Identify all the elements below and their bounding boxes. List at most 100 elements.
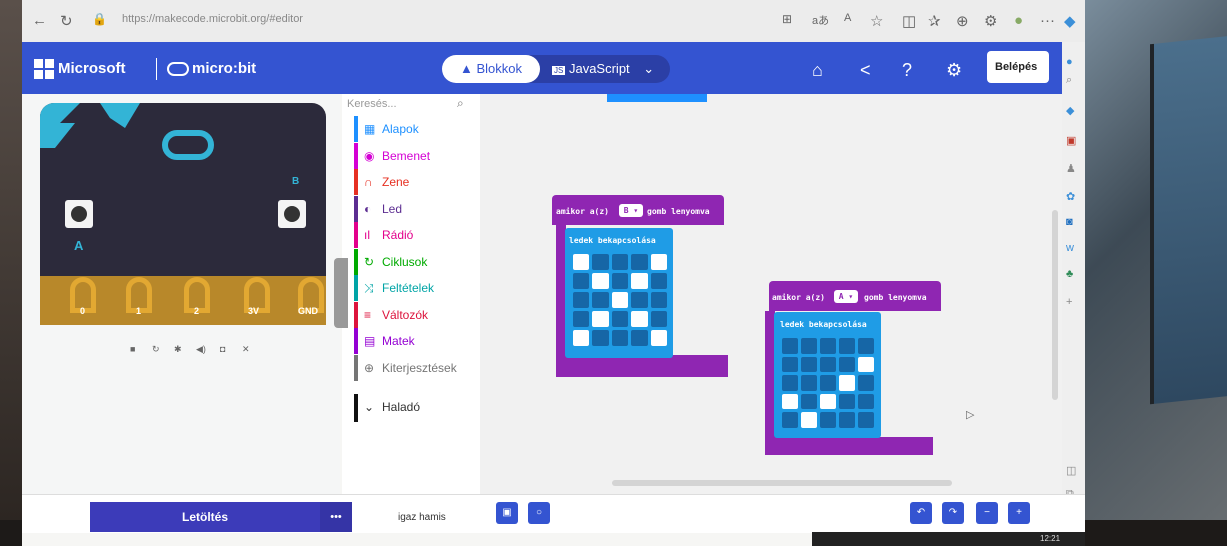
debug-icon[interactable]: ✱ [174,344,182,355]
download-button[interactable]: Letöltés [90,502,320,532]
led-cell[interactable] [820,393,836,410]
screenshot-icon[interactable]: ◘ [220,344,225,354]
toolbox-category[interactable]: ↻ Ciklusok [354,248,480,275]
led-cell[interactable] [782,412,798,428]
led-cell[interactable] [592,273,609,289]
button-b[interactable] [278,200,306,228]
search-icon[interactable]: ⌕ [457,96,464,111]
led-cell[interactable] [631,273,648,289]
led-cell[interactable] [650,273,667,289]
copilot-icon[interactable]: ◆ [1064,12,1076,30]
menu-icon[interactable]: ··· [1040,12,1055,29]
led-cell[interactable] [592,254,609,270]
led-cell[interactable] [573,254,590,270]
toolbox-category[interactable]: ≡ Változók [354,301,480,328]
sidebar-search-icon[interactable]: ⌕ [1066,74,1072,87]
led-cell[interactable] [611,292,629,308]
share-icon[interactable]: < [860,60,871,81]
workspace-horizontal-scrollbar[interactable] [612,480,952,486]
sidebar-word-icon[interactable]: w [1066,242,1074,254]
led-cell[interactable] [650,292,667,308]
github-icon[interactable]: ○ [528,502,550,524]
led-cell[interactable] [631,254,648,270]
button-dropdown[interactable]: A ▾ [834,290,858,303]
led-cell[interactable] [782,338,798,354]
project-name-input[interactable]: igaz hamis [398,512,446,523]
led-cell[interactable] [801,375,817,391]
sidebar-shopping-icon[interactable]: ▣ [1066,134,1076,147]
led-cell[interactable] [820,412,836,428]
led-cell[interactable] [573,273,590,289]
home-icon[interactable]: ⌂ [812,60,823,81]
help-icon[interactable]: ? [902,60,912,81]
led-cell[interactable] [858,393,874,410]
login-button[interactable]: Belépés ☺ [987,51,1049,105]
stop-icon[interactable]: ■ [130,344,135,354]
workspace-vertical-scrollbar[interactable] [1052,210,1058,400]
fullscreen-icon[interactable]: ✕ [242,344,250,355]
led-cell[interactable] [858,412,874,428]
toolbox-category[interactable]: ▦ Alapok [354,116,480,142]
button-dropdown[interactable]: B ▾ [619,204,643,217]
led-cell[interactable] [573,311,590,327]
text-size-icon[interactable]: A [844,12,851,24]
toolbox-category[interactable]: ∩ Zene [354,169,480,195]
tab-javascript[interactable]: JS JavaScript ⌄ [552,55,670,83]
sidebar-people-icon[interactable]: ♟ [1066,162,1076,175]
profile-icon[interactable]: ● [1014,12,1023,29]
led-cell[interactable] [592,292,609,308]
favorites-icon[interactable]: ✰ [928,12,941,30]
undo-icon[interactable]: ↶ [910,502,932,524]
sidebar-add-icon[interactable]: + [1066,296,1072,308]
led-cell[interactable] [592,311,609,327]
led-cell[interactable] [650,311,667,327]
sidebar-pin-icon[interactable]: ● [1066,56,1073,68]
address-bar[interactable]: https://makecode.microbit.org/#editor [122,13,303,25]
favorite-star-icon[interactable]: ☆ [870,12,883,30]
led-cell[interactable] [573,330,590,346]
microsoft-brand[interactable]: Microsoft [58,60,126,77]
tab-blocks[interactable]: ▲ Blokkok [442,55,540,83]
toolbox-advanced[interactable]: ⌄ Haladó [354,394,480,422]
led-grid[interactable] [573,254,667,346]
led-cell[interactable] [820,356,836,373]
refresh-icon[interactable]: ↻ [60,12,73,30]
app-icon[interactable]: ⊞ [782,12,792,26]
collapse-simulator-button[interactable] [334,258,348,328]
led-cell[interactable] [650,330,667,346]
toolbox-category[interactable]: ◉ Bemenet [354,142,480,169]
toolbox-category[interactable]: ◐ Led [354,195,480,222]
sidebar-layout-icon[interactable]: ◫ [1066,464,1076,477]
sidebar-games-icon[interactable]: ✿ [1066,190,1075,203]
led-cell[interactable] [782,393,798,410]
microbit-brand[interactable]: micro:bit [192,60,256,77]
led-cell[interactable] [782,375,798,391]
led-cell[interactable] [631,311,648,327]
toolbox-category[interactable]: ▤ Matek [354,328,480,354]
led-cell[interactable] [801,356,817,373]
toolbox-category[interactable]: ⤨ Feltételek [354,275,480,301]
led-cell[interactable] [839,393,855,410]
redo-icon[interactable]: ↷ [942,502,964,524]
back-icon[interactable]: ← [32,12,47,29]
more-button[interactable]: ••• [320,502,352,532]
led-cell[interactable] [858,375,874,391]
led-cell[interactable] [611,330,629,346]
led-cell[interactable] [801,412,817,428]
sidebar-outlook-icon[interactable]: ◙ [1066,216,1073,228]
led-cell[interactable] [839,338,855,354]
led-cell[interactable] [611,254,629,270]
led-cell[interactable] [650,254,667,270]
zoom-in-icon[interactable]: + [1008,502,1030,524]
toolbox-category[interactable]: ıl Rádió [354,222,480,248]
led-cell[interactable] [820,338,836,354]
restart-icon[interactable]: ↻ [152,344,160,355]
led-cell[interactable] [631,330,648,346]
collections-icon[interactable]: ⊕ [956,12,969,30]
zoom-out-icon[interactable]: − [976,502,998,524]
led-cell[interactable] [573,292,590,308]
toolbox-search-input[interactable]: Keresés... [347,98,397,110]
led-cell[interactable] [839,356,855,373]
block-offscreen[interactable] [607,94,707,102]
led-grid[interactable] [782,338,874,428]
